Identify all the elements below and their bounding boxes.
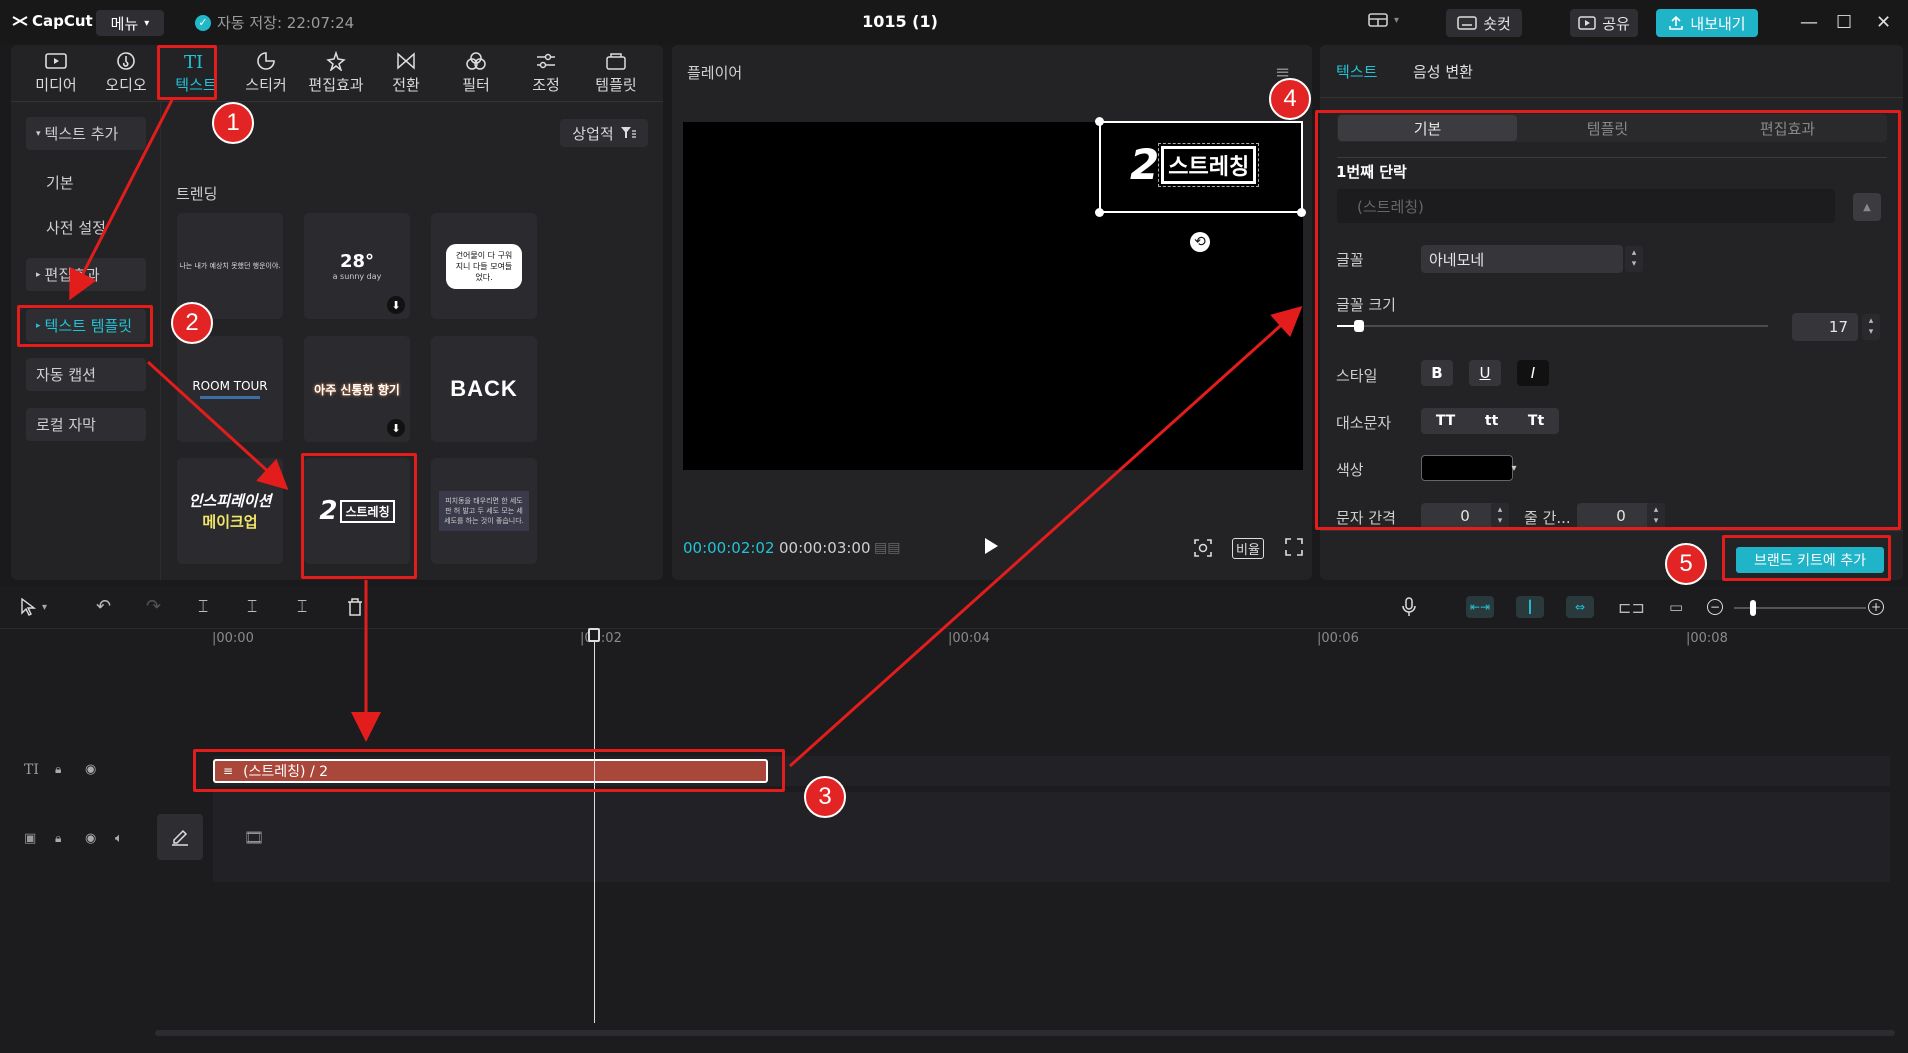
annotation-badge: 3 — [804, 776, 846, 818]
annotation-arrows — [69, 99, 1303, 768]
annotation-badge: 5 — [1665, 543, 1707, 585]
annotation-badge: 1 — [212, 102, 254, 144]
annotation-badge: 4 — [1269, 78, 1311, 120]
annotation-badge: 2 — [171, 302, 213, 344]
